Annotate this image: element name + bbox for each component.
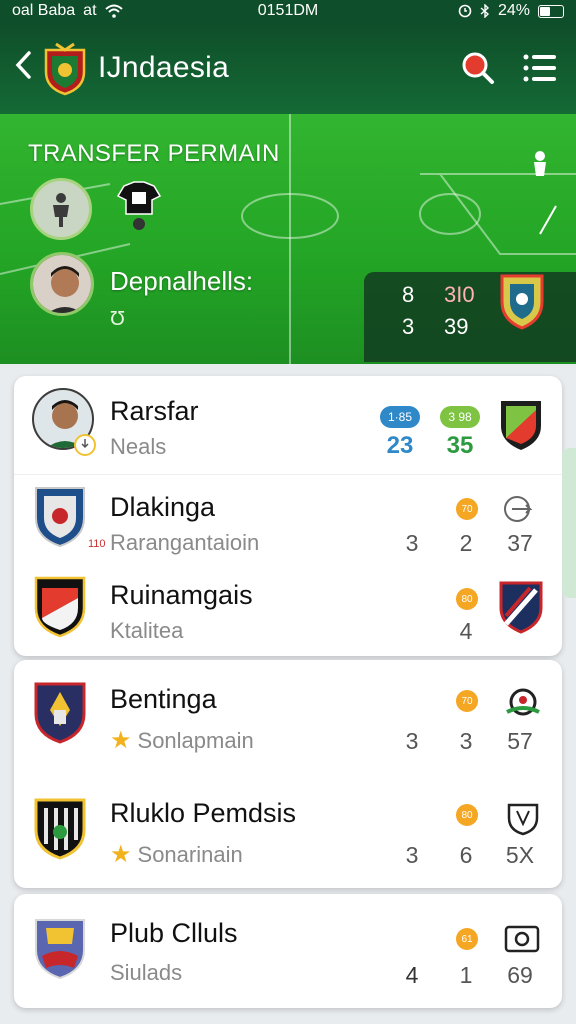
club-crest-icon [35,487,85,548]
stat-value: 35 [446,432,474,459]
list-item[interactable]: Rarsfar Neals 1·85 3 98 23 35 [14,376,562,472]
bluetooth-icon [480,4,489,18]
list-item[interactable]: Plub Clluls Siulads 61 4 1 69 [14,894,562,1008]
status-bar: oal Baba at 0151DM 24% [0,0,576,22]
verified-icon [74,434,96,456]
list-item[interactable]: Bentinga ★ Sonlapmain 70 3 3 57 [14,660,562,774]
stat-value: 37 [507,530,533,556]
list-item[interactable]: Dlakinga Rarangantaioin 110 70 3 2 37 [14,476,562,564]
score-a2: 3I0 [444,282,475,307]
search-icon [462,52,494,84]
player-silhouette-icon [30,178,92,240]
app-header: IJndaesia [0,22,576,114]
club-crest-icon [35,919,85,980]
stat-value: 3 [405,530,419,556]
stat-value: 69 [507,962,533,988]
alarm-icon [458,4,472,18]
scroll-edge-handle[interactable] [562,448,576,598]
row-sub: ★ Sonlapmain [110,726,254,755]
club-crest-icon [34,798,86,860]
stat-value: 3 [459,728,473,754]
shield-outline-icon [507,803,539,836]
back-button[interactable] [14,50,34,86]
stat-value: 3 [405,728,419,754]
trophy-icon [506,688,540,716]
status-dot: 70 [456,690,478,712]
star-icon: ★ [110,727,132,754]
player-avatar[interactable] [30,252,94,316]
stat-value: 2 [459,530,473,556]
list-item[interactable]: Ruinamgais Ktalitea 80 4 [14,566,562,654]
menu-button[interactable] [518,46,562,90]
row-sub-text: Sonarinain [137,841,243,867]
list-item[interactable]: Rluklo Pemdsis ★ Sonarinain 80 3 6 5X [14,774,562,888]
club-crest-icon [44,42,86,96]
row-name: Bentinga [110,684,217,714]
chevron-left-icon [15,51,31,79]
camera-icon [504,925,540,953]
stat-value: 4 [405,962,419,988]
status-dot: 70 [456,498,478,520]
stat-value: 6 [459,842,473,868]
row-sub: Neals [110,434,167,459]
row-sub: Rarangantaioin [110,530,259,556]
row-name: Ruinamgais [110,580,253,610]
row-tag: 110 [88,538,106,550]
page-title: IJndaesia [98,51,230,84]
pill-value: 3 98 [440,406,480,428]
stat-value: 4 [459,618,473,644]
hero-player-name: Depnalhells: [110,266,254,296]
pill-value: 1·85 [380,406,420,428]
transfer-list-card: Plub Clluls Siulads 61 4 1 69 [14,894,562,1008]
star-icon: ★ [110,841,132,868]
stat-value: 57 [507,728,533,754]
score-a1: 8 [402,282,415,307]
row-sub: Ktalitea [110,618,184,643]
transfer-list-card: Bentinga ★ Sonlapmain 70 3 3 57 Rluklo P… [14,660,562,888]
battery-percent: 24% [497,2,530,19]
row-name: Plub Clluls [110,918,238,948]
hero-label: TRANSFER PERMAIN [28,140,280,167]
row-name: Rluklo Pemdsis [110,798,297,828]
row-sub-text: Sonlapmain [137,727,254,753]
team-crest-icon [501,401,541,450]
row-sub: ★ Sonarinain [110,840,243,869]
battery-icon [538,4,564,18]
row-sub: Siulads [110,960,183,985]
stat-value: 5X [505,842,535,868]
club-crest-icon [34,576,86,638]
menu-icon [523,54,556,82]
kit-icon [116,181,162,230]
score-box: 8 3I0 3 39 [364,272,576,362]
transfer-icon [504,496,533,522]
row-sub-text: Rarangantaioin [110,530,260,555]
score-b1: 3 [402,314,415,339]
stat-value: 23 [386,432,414,459]
divider [14,474,562,475]
status-dot: 80 [456,804,478,826]
stat-value: 3 [405,842,419,868]
row-name: Rarsfar [110,396,199,426]
score-b2: 39 [444,314,469,339]
search-button[interactable] [456,46,500,90]
club-crest-icon [34,682,86,744]
status-dot: 80 [456,588,478,610]
hero-player-sub: Ʊ [110,308,125,330]
row-name: Dlakinga [110,492,216,522]
transfer-hero-banner: TRANSFER PERMAIN Depnalhells: Ʊ 8 3I0 3 … [0,114,576,364]
transfer-list-card: Rarsfar Neals 1·85 3 98 23 35 Dlakinga R… [14,376,562,656]
stat-value: 1 [459,962,473,988]
team-crest-icon [499,581,543,634]
status-dot: 61 [456,928,478,950]
team-crest-icon [500,274,544,330]
